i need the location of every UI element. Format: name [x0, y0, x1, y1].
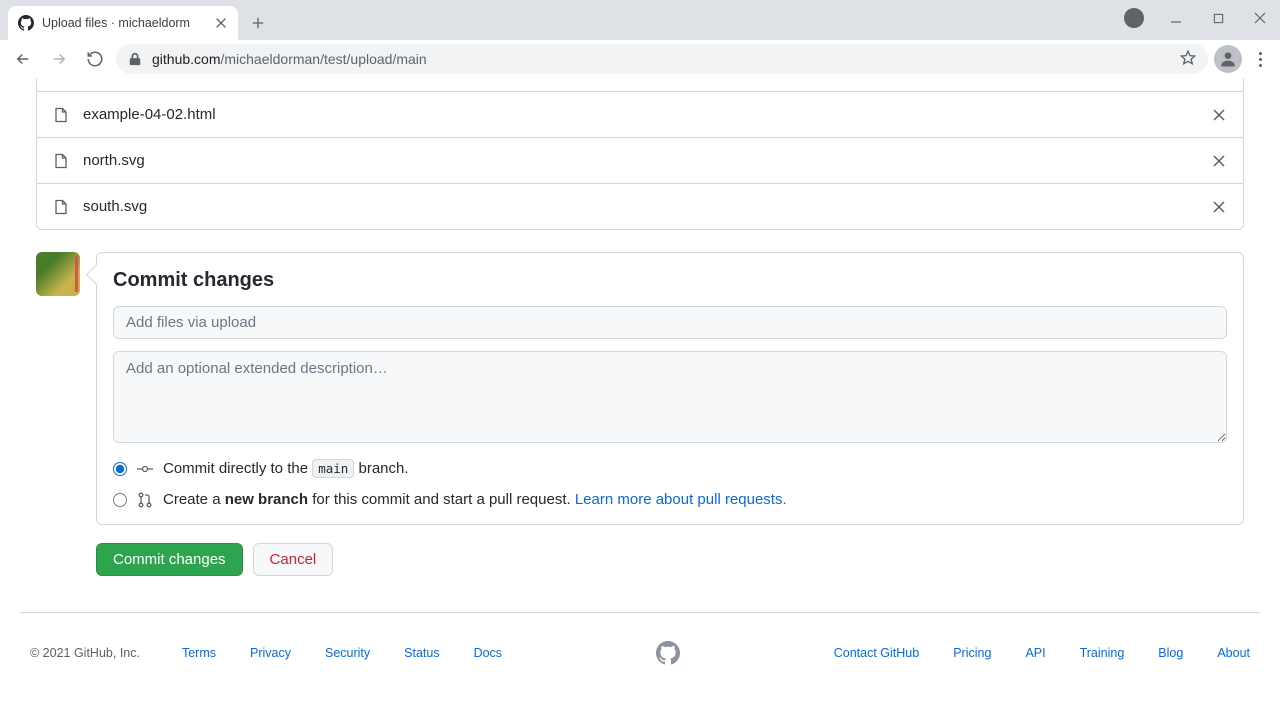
footer-link-security[interactable]: Security: [325, 646, 370, 660]
remove-file-button[interactable]: [1211, 199, 1227, 215]
lock-icon: [128, 52, 142, 66]
remove-file-button[interactable]: [1211, 107, 1227, 123]
reload-button[interactable]: [80, 44, 110, 74]
file-row: south.svg: [37, 184, 1243, 229]
footer-link-blog[interactable]: Blog: [1158, 646, 1183, 660]
copyright-text: © 2021 GitHub, Inc.: [30, 646, 140, 660]
maximize-button[interactable]: [1204, 4, 1232, 32]
url-text: github.com/michaeldorman/test/upload/mai…: [152, 51, 427, 67]
close-window-button[interactable]: [1246, 4, 1274, 32]
radio-commit-direct[interactable]: [113, 462, 127, 476]
new-tab-button[interactable]: [244, 9, 272, 37]
browser-chrome: Upload files · michaeldorm github.com/mi…: [0, 0, 1280, 78]
commit-newbranch-option[interactable]: Create a new branch for this commit and …: [113, 491, 1227, 508]
uploaded-files-list: example-04-02.html north.svg south.svg: [36, 78, 1244, 230]
profile-button[interactable]: [1214, 45, 1242, 73]
cancel-button[interactable]: Cancel: [253, 543, 334, 576]
window-controls: [1124, 4, 1274, 32]
file-row: example-04-02.html: [37, 92, 1243, 138]
file-icon: [53, 107, 69, 123]
remove-file-button[interactable]: [1211, 153, 1227, 169]
footer-link-pricing[interactable]: Pricing: [953, 646, 991, 660]
file-name: north.svg: [83, 152, 1197, 169]
file-name: example-04-02.html: [83, 106, 1197, 123]
footer-link-status[interactable]: Status: [404, 646, 439, 660]
page-viewport[interactable]: example-04-02.html north.svg south.svg C…: [0, 78, 1280, 720]
github-logo-icon[interactable]: [656, 641, 680, 665]
file-row: north.svg: [37, 138, 1243, 184]
branch-name-code: main: [312, 459, 354, 478]
bookmark-star-icon[interactable]: [1180, 50, 1196, 69]
radio-new-branch[interactable]: [113, 493, 127, 507]
commit-changes-button[interactable]: Commit changes: [96, 543, 243, 576]
user-avatar[interactable]: [36, 252, 80, 296]
tab-close-icon[interactable]: [214, 16, 228, 30]
omnibox[interactable]: github.com/michaeldorman/test/upload/mai…: [116, 44, 1208, 74]
footer-link-terms[interactable]: Terms: [182, 646, 216, 660]
file-icon: [53, 199, 69, 215]
footer-link-training[interactable]: Training: [1080, 646, 1125, 660]
radio-direct-label: Commit directly to the main branch.: [163, 460, 409, 477]
file-name: south.svg: [83, 198, 1197, 215]
tab-bar: Upload files · michaeldorm: [0, 0, 1280, 40]
address-bar: github.com/michaeldorman/test/upload/mai…: [0, 40, 1280, 78]
commit-description-input[interactable]: [113, 351, 1227, 443]
page-footer: © 2021 GitHub, Inc. Terms Privacy Securi…: [20, 612, 1260, 665]
tab-title: Upload files · michaeldorm: [42, 16, 206, 30]
commit-summary-input[interactable]: [113, 306, 1227, 339]
browser-tab[interactable]: Upload files · michaeldorm: [8, 6, 238, 40]
footer-link-contact[interactable]: Contact GitHub: [834, 646, 919, 660]
github-favicon: [18, 15, 34, 31]
footer-link-api[interactable]: API: [1025, 646, 1045, 660]
git-commit-icon: [137, 461, 153, 477]
profile-indicator-icon[interactable]: [1124, 8, 1144, 28]
back-button[interactable]: [8, 44, 38, 74]
footer-link-privacy[interactable]: Privacy: [250, 646, 291, 660]
commit-actions: Commit changes Cancel: [96, 543, 1244, 576]
commit-form: Commit changes Commit directly to the ma…: [96, 252, 1244, 525]
file-icon: [53, 153, 69, 169]
radio-newbranch-label: Create a new branch for this commit and …: [163, 491, 787, 508]
minimize-button[interactable]: [1162, 4, 1190, 32]
forward-button: [44, 44, 74, 74]
commit-direct-option[interactable]: Commit directly to the main branch.: [113, 460, 1227, 477]
footer-link-docs[interactable]: Docs: [474, 646, 502, 660]
browser-menu-button[interactable]: [1248, 52, 1272, 67]
git-pull-request-icon: [137, 492, 153, 508]
learn-pull-requests-link[interactable]: Learn more about pull requests.: [575, 491, 787, 508]
commit-heading: Commit changes: [113, 269, 1227, 292]
footer-link-about[interactable]: About: [1217, 646, 1250, 660]
